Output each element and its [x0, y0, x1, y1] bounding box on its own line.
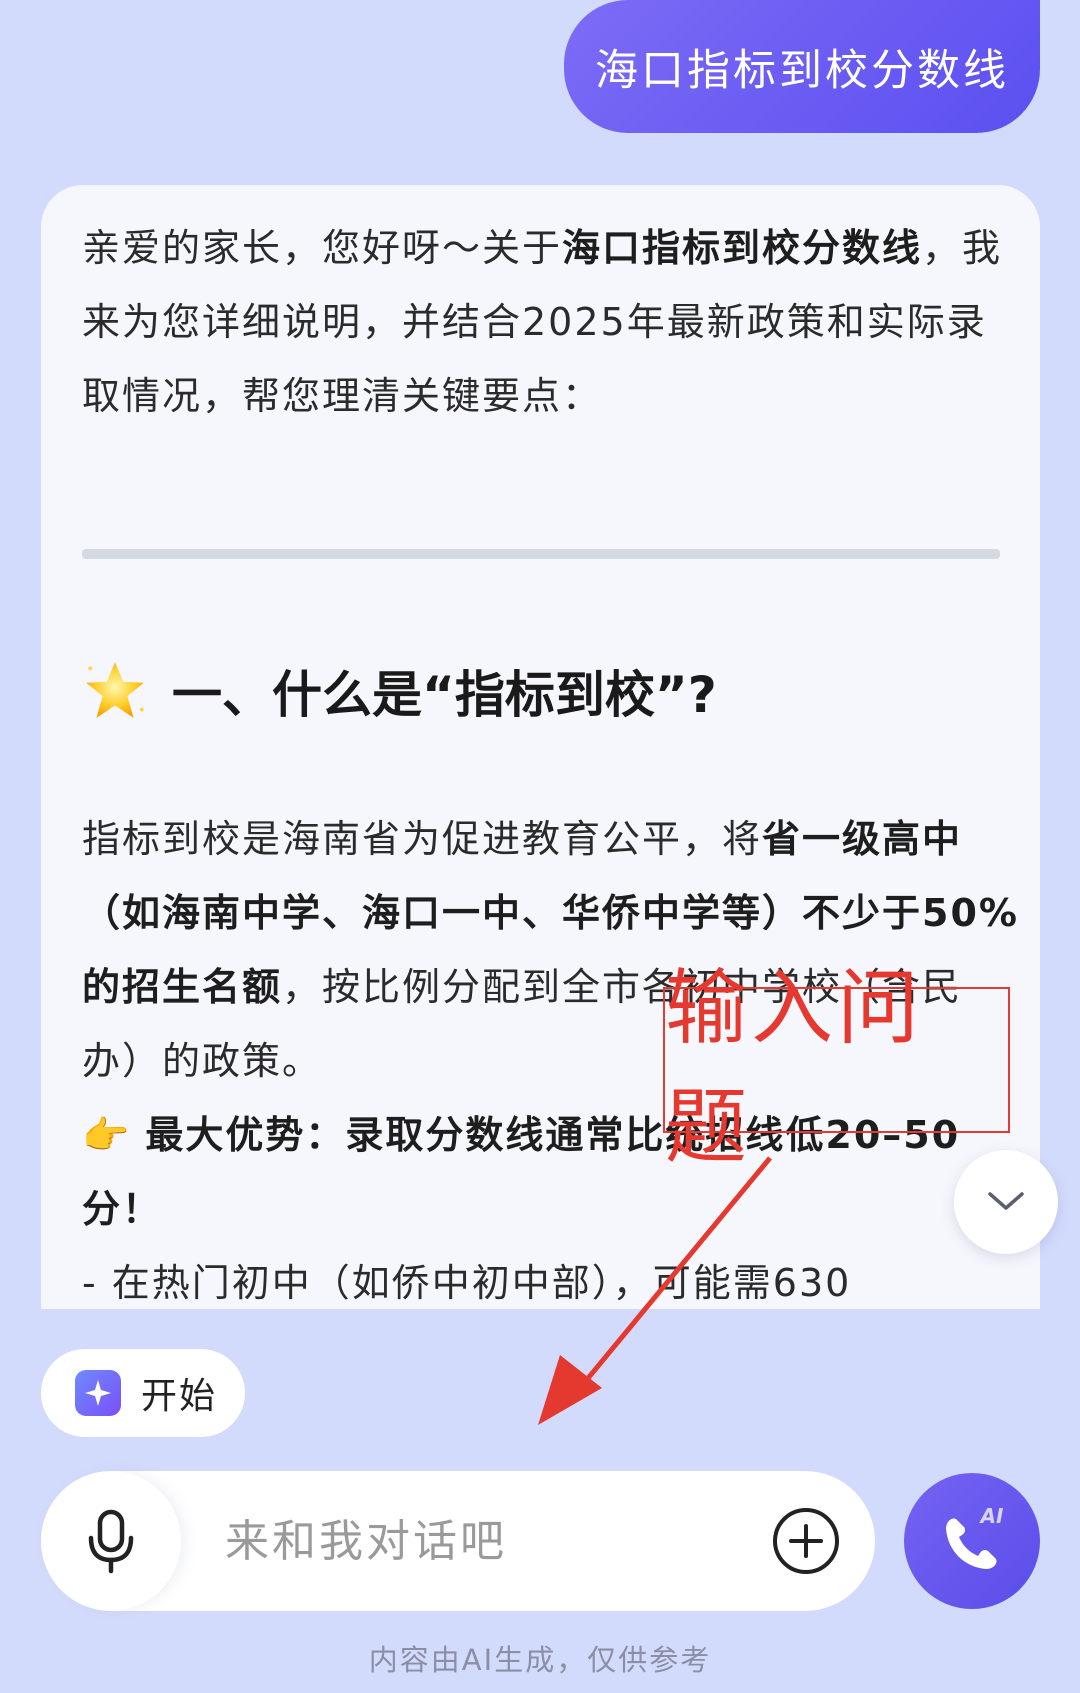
- add-attachment-icon[interactable]: [771, 1506, 841, 1576]
- chat-input[interactable]: [223, 1514, 747, 1568]
- section-heading: 一、什么是“指标到校”?: [82, 655, 717, 727]
- chat-input-bar: [41, 1471, 875, 1611]
- start-chip-label: 开始: [141, 1376, 218, 1417]
- glowing-star-icon: [86, 662, 144, 718]
- chevron-down-icon: [988, 1192, 1024, 1210]
- start-chip-button[interactable]: 开始: [41, 1349, 245, 1437]
- annotation-arrow: [538, 1156, 772, 1425]
- user-query-bubble: 海口指标到校分数线: [564, 0, 1040, 133]
- ai-voice-call-button[interactable]: AI: [904, 1473, 1040, 1609]
- answer-intro: 亲爱的家长，您好呀～关于海口指标到校分数线，我来为您详细说明，并结合2025年最…: [82, 211, 1022, 433]
- annotation-box: 输入问题: [663, 961, 1010, 1175]
- section-para-1: 指标到校是海南省为促进教育公平，将: [82, 817, 763, 861]
- section-divider: [82, 549, 1000, 559]
- voice-input-button[interactable]: [41, 1471, 181, 1611]
- intro-part-1: 亲爱的家长，您好呀～关于: [82, 226, 563, 270]
- annotation-label: 输入问题: [665, 961, 924, 1175]
- pointing-hand-icon: 👉: [82, 1113, 132, 1157]
- ai-badge: AI: [979, 1504, 1004, 1528]
- section-heading-text: 一、什么是“指标到校”?: [172, 666, 717, 724]
- ai-disclaimer: 内容由AI生成，仅供参考: [368, 1643, 712, 1677]
- user-query-text: 海口指标到校分数线: [595, 45, 1009, 96]
- sparkle-icon: [75, 1370, 121, 1416]
- intro-part-2: 海口指标到校分数线: [562, 226, 923, 270]
- scroll-down-button[interactable]: [954, 1150, 1058, 1254]
- phone-icon: AI: [946, 1504, 1004, 1569]
- microphone-icon: [88, 1509, 134, 1574]
